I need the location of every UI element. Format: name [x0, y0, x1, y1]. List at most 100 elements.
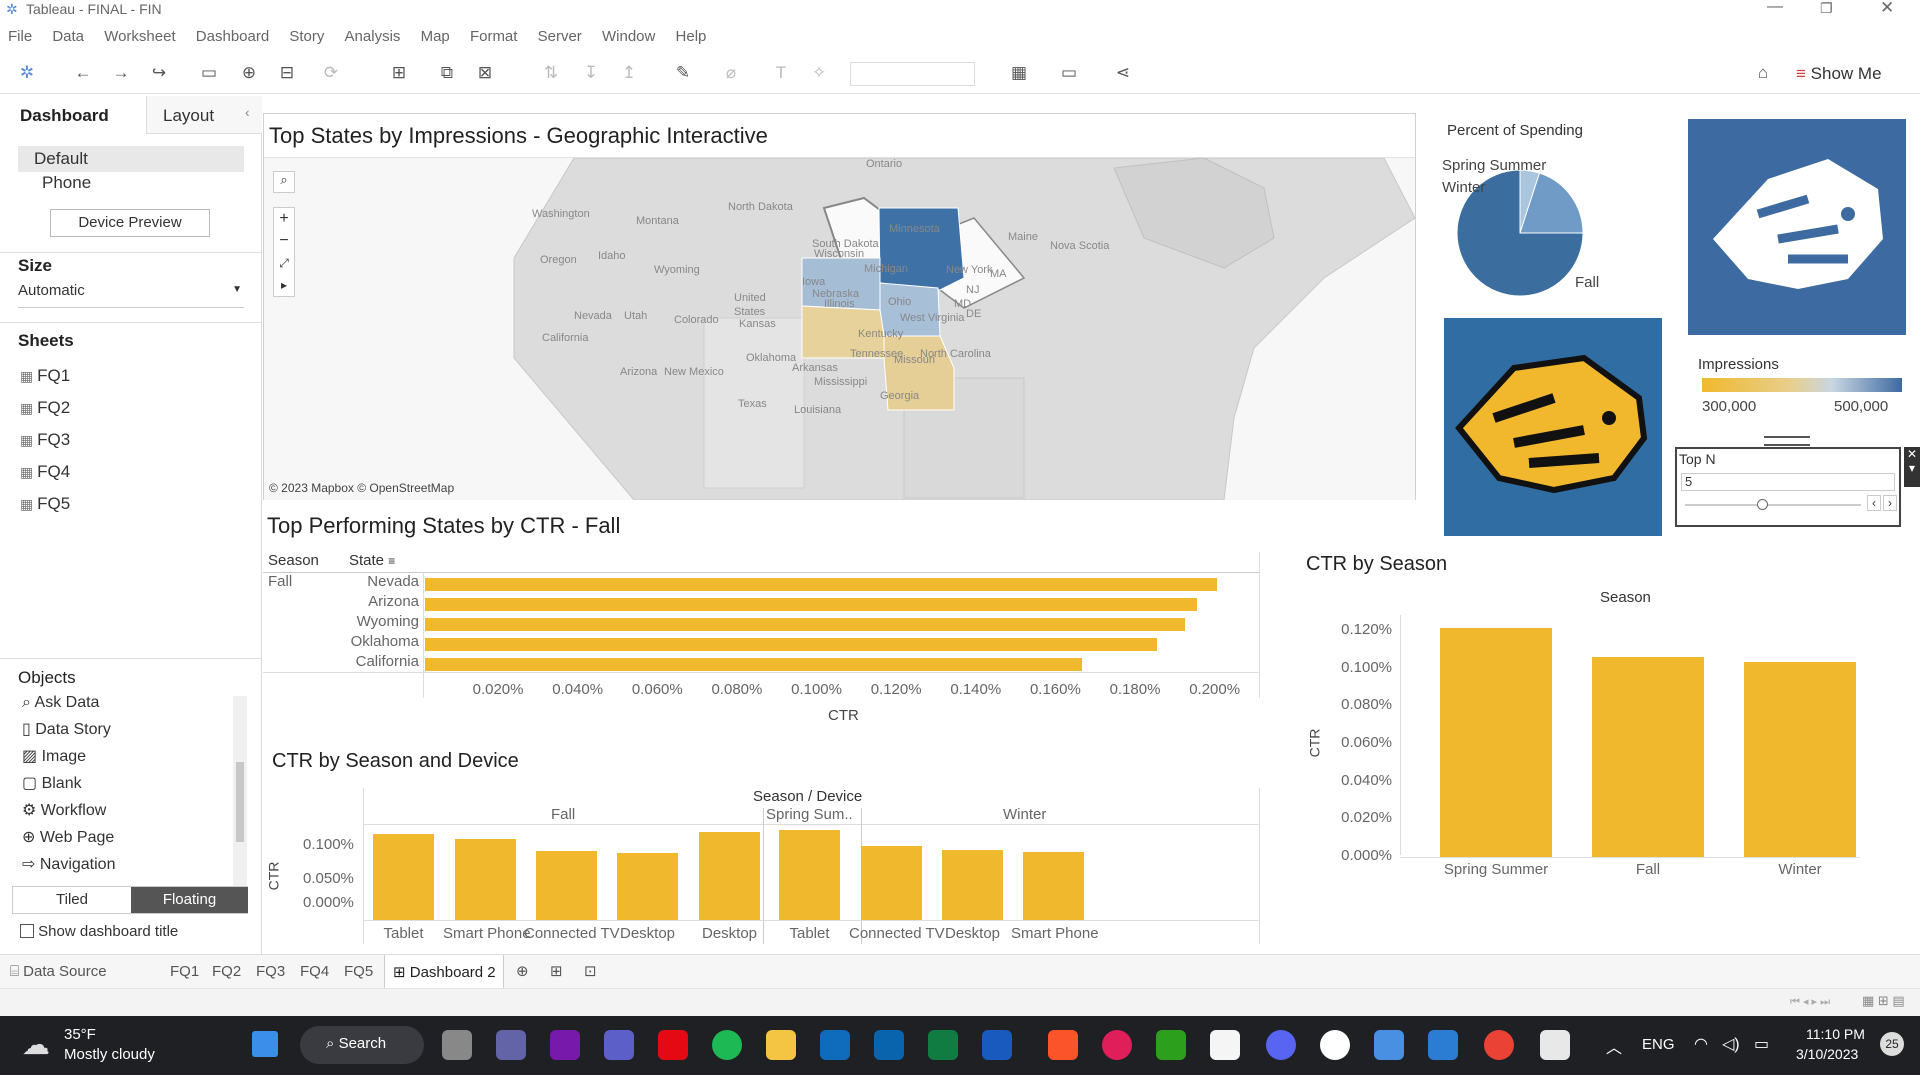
object-navigation[interactable]: ⇨ Navigation [0, 851, 236, 878]
state-bar[interactable] [425, 638, 1158, 651]
device-phone[interactable]: Phone [42, 173, 91, 193]
tableau-icon[interactable] [1374, 1030, 1404, 1060]
close-icon[interactable]: ✕ [1904, 447, 1920, 461]
menu-file[interactable]: File [8, 28, 32, 45]
tab-fq1[interactable]: FQ1 [170, 963, 199, 980]
undo-icon[interactable]: ← [72, 62, 94, 84]
language-indicator[interactable]: ENG [1642, 1036, 1675, 1053]
taskbar-search[interactable]: ⌕ Search [300, 1026, 424, 1064]
netflix-icon[interactable] [658, 1030, 688, 1060]
season-bar[interactable] [1744, 662, 1856, 857]
sheet-item-fq2[interactable]: ▦ FQ2 [0, 392, 262, 424]
chrome-icon[interactable] [1484, 1030, 1514, 1060]
tradingview-icon[interactable] [1210, 1030, 1240, 1060]
tab-fq3[interactable]: FQ3 [256, 963, 285, 980]
pause-updates-icon[interactable]: ⊟ [276, 62, 298, 84]
floating-button[interactable]: Floating [131, 887, 248, 913]
outlook-icon[interactable] [874, 1030, 904, 1060]
menu-server[interactable]: Server [538, 28, 582, 45]
duplicate-icon[interactable]: ⧉ [436, 62, 458, 84]
sheet-item-fq3[interactable]: ▦ FQ3 [0, 424, 262, 456]
sheet-item-fq4[interactable]: ▦ FQ4 [0, 456, 262, 488]
presentation-icon[interactable]: ▭ [1058, 62, 1080, 84]
redo-icon[interactable]: → [110, 62, 132, 84]
device-bar[interactable] [861, 845, 922, 920]
new-story-tab-icon[interactable]: ⊡ [584, 962, 597, 980]
menu-help[interactable]: Help [676, 28, 707, 45]
windows-start-icon[interactable] [252, 1031, 278, 1057]
chevron-up-icon[interactable]: ︿ [1606, 1034, 1622, 1058]
object-ask-data[interactable]: ⌕ Ask Data [0, 689, 236, 716]
device-bar[interactable] [699, 832, 760, 920]
notepad-icon[interactable] [1428, 1030, 1458, 1060]
object-workflow[interactable]: ⚙ Workflow [0, 797, 236, 824]
device-bar[interactable] [779, 830, 840, 920]
new-dashboard-tab-icon[interactable]: ⊞ [550, 962, 563, 980]
label-icon[interactable]: T [770, 62, 792, 84]
menu-dashboard[interactable]: Dashboard [196, 28, 269, 45]
device-bar[interactable] [373, 834, 434, 920]
teams-icon[interactable] [604, 1030, 634, 1060]
device-bar[interactable] [1023, 852, 1084, 920]
object-web-page[interactable]: ⊕ Web Page [0, 824, 236, 851]
mail-icon[interactable] [820, 1030, 850, 1060]
share-icon[interactable]: ⋖ [1112, 62, 1134, 84]
save-icon[interactable]: ▭ [198, 62, 220, 84]
volume-icon[interactable]: ◁) [1722, 1034, 1740, 1054]
device-default[interactable]: Default [18, 146, 244, 172]
object-image[interactable]: ▨ Image [0, 743, 236, 770]
sort-asc-icon[interactable]: ↧ [580, 62, 602, 84]
tab-fq2[interactable]: FQ2 [212, 963, 241, 980]
task-view-icon[interactable] [442, 1030, 472, 1060]
pin-icon[interactable]: ✧ [808, 62, 830, 84]
tab-dashboard-2[interactable]: ⊞ Dashboard 2 [384, 955, 504, 988]
refresh-icon[interactable]: ⟳ [320, 62, 342, 84]
zoom-in-icon[interactable]: + [274, 208, 294, 230]
tab-fq4[interactable]: FQ4 [300, 963, 329, 980]
state-bar[interactable] [425, 658, 1082, 671]
slider-thumb[interactable] [1757, 499, 1768, 510]
sort-desc-icon[interactable]: ↥ [618, 62, 640, 84]
battery-icon[interactable]: ▭ [1754, 1034, 1769, 1054]
expand-toolbar-icon[interactable]: ▸ [274, 274, 294, 296]
wifi-icon[interactable]: ◠ [1694, 1034, 1708, 1054]
show-title-checkbox[interactable]: Show dashboard title [20, 923, 178, 940]
slack-icon[interactable] [1102, 1030, 1132, 1060]
map-search-icon[interactable]: ⌕ [273, 171, 295, 193]
tableau-home-icon[interactable]: ✲ [16, 62, 38, 84]
notification-badge[interactable]: 25 [1880, 1032, 1904, 1056]
device-bar[interactable] [942, 850, 1003, 920]
more-options-icon[interactable]: ▾ [1904, 461, 1920, 475]
spotify-icon[interactable] [712, 1030, 742, 1060]
data-source-tab[interactable]: ⌸ Data Source [10, 963, 107, 980]
state-bar[interactable] [425, 598, 1198, 611]
menu-data[interactable]: Data [52, 28, 84, 45]
season-bar[interactable] [1440, 628, 1552, 857]
state-bar[interactable] [425, 618, 1186, 631]
top-n-slider[interactable] [1685, 504, 1861, 506]
menu-window[interactable]: Window [602, 28, 655, 45]
object-data-story[interactable]: ▯ Data Story [0, 716, 236, 743]
objects-scrollbar[interactable] [233, 696, 247, 886]
swap-icon[interactable]: ⇅ [540, 62, 562, 84]
reset-view-icon[interactable]: ⤢ [274, 252, 294, 274]
sheet-item-fq1[interactable]: ▦ FQ1 [0, 360, 262, 392]
show-cards-icon[interactable]: ▦ [1008, 62, 1030, 84]
clear-sheet-icon[interactable]: ⊠ [474, 62, 496, 84]
tab-dashboard[interactable]: Dashboard [0, 96, 145, 134]
new-worksheet-icon[interactable]: ⊞ [388, 62, 410, 84]
app-blue-circle-icon[interactable] [1320, 1030, 1350, 1060]
zoom-out-icon[interactable]: − [274, 230, 294, 252]
season-bar[interactable] [1592, 656, 1704, 857]
device-bar[interactable] [617, 853, 678, 920]
device-preview-button[interactable]: Device Preview [50, 209, 210, 237]
tableau-desktop-icon[interactable] [1540, 1030, 1570, 1060]
object-blank[interactable]: ▢ Blank [0, 770, 236, 797]
zoom-app-icon[interactable] [496, 1030, 526, 1060]
onenote-icon[interactable] [550, 1030, 580, 1060]
restore-icon[interactable]: ❐ [1820, 0, 1833, 17]
top-n-input[interactable]: 5 [1681, 473, 1895, 491]
tab-layout[interactable]: Layout ‹ [146, 96, 262, 134]
device-bar[interactable] [536, 850, 597, 920]
tiled-button[interactable]: Tiled [13, 887, 131, 913]
